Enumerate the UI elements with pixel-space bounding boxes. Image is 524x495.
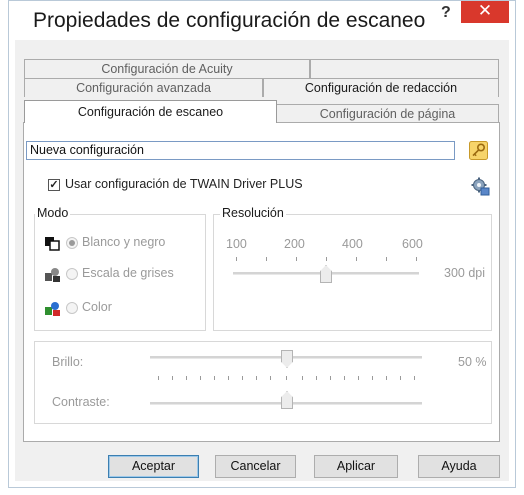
- help-title-button[interactable]: ?: [441, 4, 451, 22]
- adjust-tick-mark: [344, 376, 345, 380]
- mode-label-color: Color: [82, 300, 112, 314]
- adjust-tick-mark: [172, 376, 173, 380]
- adjust-tick-mark: [316, 376, 317, 380]
- res-tick-mark: [266, 257, 267, 261]
- mode-radio-color[interactable]: [66, 302, 78, 314]
- brightness-value: 50 %: [458, 355, 487, 369]
- mode-label-bw: Blanco y negro: [82, 235, 166, 249]
- tab-page[interactable]: Configuración de página: [276, 104, 499, 123]
- res-tick-400: 400: [342, 237, 363, 251]
- title-bar[interactable]: Propiedades de configuración de escaneo …: [9, 1, 515, 39]
- adjust-tick-mark: [228, 376, 229, 380]
- mode-label-grayscale: Escala de grises: [82, 266, 174, 280]
- tab-advanced[interactable]: Configuración avanzada: [24, 78, 263, 97]
- tab-redaction[interactable]: Configuración de redacción: [263, 78, 499, 97]
- color-mode-icon: [44, 301, 62, 317]
- adjust-tick-mark: [256, 376, 257, 380]
- adjust-tick-mark: [200, 376, 201, 380]
- apply-button[interactable]: Aplicar: [314, 455, 398, 478]
- res-tick-600: 600: [402, 237, 423, 251]
- res-tick-200: 200: [284, 237, 305, 251]
- res-tick-mark: [386, 257, 387, 261]
- adjust-tick-mark: [372, 376, 373, 380]
- ok-button[interactable]: Aceptar: [108, 455, 199, 478]
- cancel-button[interactable]: Cancelar: [215, 455, 296, 478]
- use-twain-label: Usar configuración de TWAIN Driver PLUS: [65, 177, 303, 191]
- bw-mode-icon: [44, 236, 62, 252]
- res-tick-mark: [326, 257, 327, 261]
- mode-radio-grayscale[interactable]: [66, 268, 78, 280]
- tab-empty: [310, 59, 499, 78]
- brightness-label: Brillo:: [52, 355, 84, 369]
- res-tick-mark: [236, 257, 237, 261]
- adjust-tick-mark: [158, 376, 159, 380]
- mode-legend: Modo: [35, 206, 71, 220]
- res-tick-mark: [296, 257, 297, 261]
- adjust-tick-mark: [186, 376, 187, 380]
- tab-acuity[interactable]: Configuración de Acuity: [24, 59, 310, 78]
- help-button[interactable]: Ayuda: [418, 455, 500, 478]
- dialog-title: Propiedades de configuración de escaneo: [33, 9, 426, 32]
- res-tick-100: 100: [226, 237, 247, 251]
- resolution-legend: Resolución: [220, 206, 286, 220]
- adjust-tick-mark: [270, 376, 271, 380]
- adjust-tick-mark: [302, 376, 303, 380]
- close-button[interactable]: ✕: [461, 1, 509, 23]
- tab-scan[interactable]: Configuración de escaneo: [24, 100, 277, 123]
- adjust-tick-mark: [358, 376, 359, 380]
- adjust-tick-mark: [330, 376, 331, 380]
- adjust-tick-mark: [242, 376, 243, 380]
- contrast-label: Contraste:: [52, 395, 110, 409]
- grayscale-mode-icon: [44, 267, 62, 283]
- adjust-tick-mark: [286, 376, 287, 380]
- adjust-tick-mark: [414, 376, 415, 380]
- config-name-field[interactable]: Nueva configuración: [26, 141, 455, 160]
- use-twain-checkbox[interactable]: ✓: [48, 179, 60, 191]
- resolution-value: 300 dpi: [444, 266, 486, 280]
- key-icon[interactable]: [469, 141, 488, 160]
- res-tick-mark: [416, 257, 417, 261]
- adjust-group: [34, 341, 492, 424]
- adjust-tick-mark: [386, 376, 387, 380]
- mode-radio-bw[interactable]: [66, 237, 78, 249]
- adjust-tick-mark: [400, 376, 401, 380]
- res-tick-mark: [356, 257, 357, 261]
- settings-gear-icon[interactable]: [470, 176, 490, 196]
- adjust-tick-mark: [214, 376, 215, 380]
